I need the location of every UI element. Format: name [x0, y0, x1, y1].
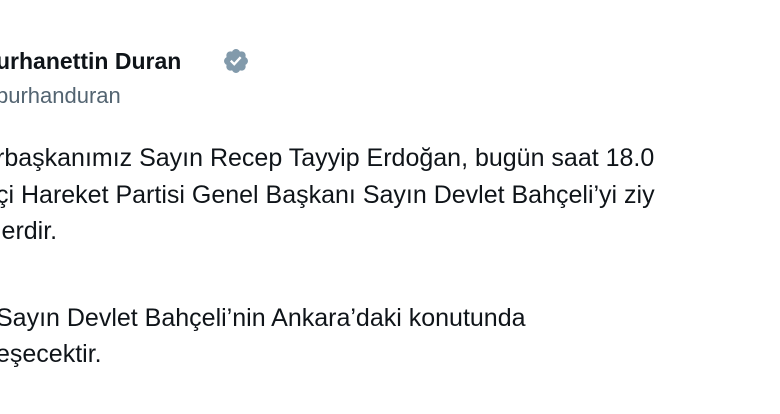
- tweet-text-line: eşecektir.: [0, 340, 102, 368]
- tweet-text-line: lerdir.: [0, 217, 58, 245]
- tweet-text-line: Sayın Devlet Bahçeli’nin Ankara’daki kon…: [0, 303, 526, 332]
- tweet-text-line: rbaşkanımız Sayın Recep Tayyip Erdoğan, …: [0, 144, 655, 172]
- tweet-text: rbaşkanımız Sayın Recep Tayyip Erdoğan, …: [0, 140, 655, 373]
- author-name[interactable]: urhanettin Duran: [0, 44, 181, 78]
- tweet-text-line: çi Hareket Partisi Genel Başkanı Sayın D…: [0, 180, 655, 209]
- author-handle[interactable]: burhanduran: [0, 80, 121, 112]
- verified-badge-icon: [224, 49, 248, 73]
- tweet: urhanettin Duran burhanduran rbaşkanımız…: [0, 0, 780, 414]
